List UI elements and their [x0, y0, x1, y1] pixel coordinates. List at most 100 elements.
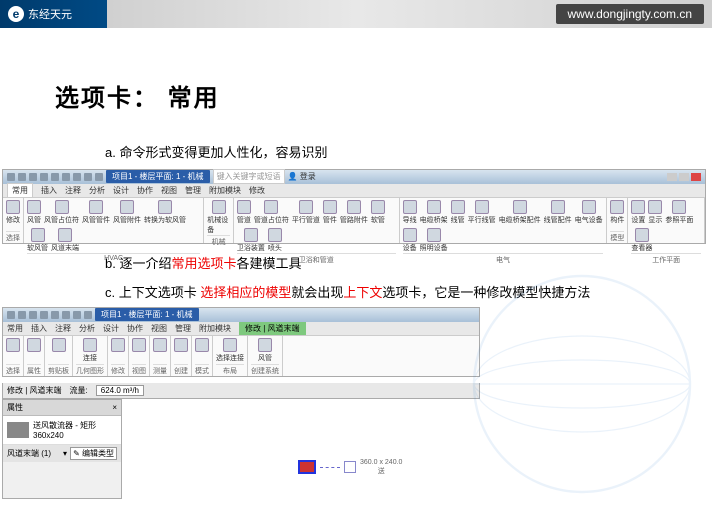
ribbon-button[interactable] [195, 338, 209, 353]
tab-common[interactable]: 常用 [7, 183, 33, 197]
tab-annotate[interactable]: 注释 [65, 185, 81, 196]
tool-icon [55, 200, 69, 214]
ribbon-button[interactable]: 设置 [631, 200, 645, 225]
ribbon-button[interactable]: 风管 [27, 200, 41, 225]
ribbon-button[interactable] [52, 338, 66, 353]
ribbon-tabs[interactable]: 常用 插入 注释 分析 设计 协作 视图 管理 附加模块 修改 [3, 184, 705, 198]
tool-icon [403, 228, 417, 242]
ribbon-button[interactable]: 平行线管 [468, 200, 496, 225]
ribbon-button[interactable]: 设备 [403, 228, 417, 253]
tool-icon [58, 228, 72, 242]
ribbon-button[interactable]: 修改 [6, 200, 20, 225]
ribbon-button[interactable]: 管道 [237, 200, 251, 225]
ribbon-button[interactable]: 平行管道 [292, 200, 320, 225]
ribbon-button[interactable]: 电气设备 [575, 200, 603, 225]
ribbon-button[interactable] [174, 338, 188, 353]
point-c: c. 上下文选项卡 选择相应的模型就会出现上下文选项卡，它是一种修改模型快捷方法 [105, 283, 712, 303]
ribbon-group: 构件模型 [607, 198, 628, 243]
edit-type-button[interactable]: ✎ 编辑类型 [70, 447, 117, 460]
ribbon-body: 修改选择风管风管占位符风管管件风管附件转换为软风管软风管风道末端HVAC机械设备… [3, 198, 705, 243]
ribbon-button[interactable]: 参照平面 [665, 200, 693, 225]
tool-icon [223, 338, 237, 352]
ribbon-group: 剪贴板 [45, 336, 73, 376]
tab-manage[interactable]: 管理 [185, 185, 201, 196]
tool-icon [212, 200, 226, 214]
tool-icon [551, 200, 565, 214]
ribbon-button[interactable]: 管件 [323, 200, 337, 225]
context-tab[interactable]: 修改 | 风道末端 [239, 322, 306, 335]
tool-icon [52, 338, 66, 352]
tool-icon [672, 200, 686, 214]
group-label: 测量 [153, 364, 167, 376]
lower-area: 属性× 送风散流器 - 矩形360x240 风道末端 (1)▾ ✎ 编辑类型 3… [2, 399, 712, 499]
ribbon-button[interactable] [153, 338, 167, 353]
group-label: 几何图形 [76, 364, 104, 376]
drawing-canvas[interactable]: 360.0 x 240.0送 [128, 399, 712, 499]
placed-component[interactable]: 360.0 x 240.0送 [298, 459, 402, 476]
tab-addin[interactable]: 附加模块 [209, 185, 241, 196]
ribbon-button[interactable]: 喷头 [268, 228, 282, 253]
tool-icon [475, 200, 489, 214]
user-login[interactable]: 👤 登录 [288, 171, 316, 182]
ribbon-button[interactable]: 选择连接 [216, 338, 244, 363]
ribbon-button[interactable]: 风管占位符 [44, 200, 79, 225]
tool-icon [403, 200, 417, 214]
tool-icon [610, 200, 624, 214]
tab-analyze[interactable]: 分析 [89, 185, 105, 196]
group-label: 工作平面 [631, 253, 701, 265]
tool-icon [427, 228, 441, 242]
ribbon-button[interactable]: 显示 [648, 200, 662, 225]
ribbon-button[interactable]: 连接 [83, 338, 97, 363]
ribbon-button[interactable]: 电缆桥架配件 [499, 200, 541, 225]
ribbon-button[interactable]: 卫浴装置 [237, 228, 265, 253]
close-icon[interactable]: × [112, 403, 117, 412]
search-box[interactable]: 键入关键字或短语 [213, 169, 285, 184]
tab-design[interactable]: 设计 [113, 185, 129, 196]
flow-input[interactable]: 624.0 m³/h [96, 385, 144, 396]
ribbon-button[interactable]: 电缆桥架 [420, 200, 448, 225]
tool-icon [371, 200, 385, 214]
ribbon-button[interactable] [6, 338, 20, 353]
tool-icon [174, 338, 188, 352]
ribbon-button[interactable]: 构件 [610, 200, 624, 225]
ribbon-screenshot-1: 项目1 - 楼层平面: 1 - 机械 键入关键字或短语 👤 登录 常用 插入 注… [2, 169, 706, 244]
ribbon-button[interactable]: 转换为软风管 [144, 200, 186, 225]
ribbon-group: 视图 [129, 336, 150, 376]
connector-icon [344, 461, 356, 473]
ribbon-button[interactable] [27, 338, 41, 353]
ribbon-button[interactable]: 机械设备 [207, 200, 230, 235]
ribbon-button[interactable] [132, 338, 146, 353]
ribbon-group: 属性 [24, 336, 45, 376]
tab-modify[interactable]: 修改 [249, 185, 265, 196]
ribbon-button[interactable]: 软管 [371, 200, 385, 225]
tab-insert[interactable]: 插入 [41, 185, 57, 196]
type-selector[interactable]: 送风散流器 - 矩形360x240 [3, 416, 121, 445]
ribbon-button[interactable]: 线管配件 [544, 200, 572, 225]
ribbon-button[interactable]: 查看器 [631, 228, 652, 253]
ribbon-button[interactable]: 软风管 [27, 228, 48, 253]
tool-icon [6, 338, 20, 352]
ribbon-button[interactable]: 照明设备 [420, 228, 448, 253]
ribbon-button[interactable] [111, 338, 125, 353]
ribbon-group: 连接几何图形 [73, 336, 108, 376]
window-controls[interactable] [667, 173, 701, 181]
ribbon-button[interactable]: 风管 [258, 338, 272, 363]
tab-collab[interactable]: 协作 [137, 185, 153, 196]
tool-icon [89, 200, 103, 214]
tool-icon [582, 200, 596, 214]
ribbon-button[interactable]: 导线 [403, 200, 417, 225]
tool-icon [27, 200, 41, 214]
group-label: 创建 [174, 364, 188, 376]
ribbon-tabs-2[interactable]: 常用 插入 注释 分析 设计 协作 视图 管理 附加模块 修改 | 风道末端 [3, 322, 479, 336]
tool-icon [264, 200, 278, 214]
ribbon-button[interactable]: 管道占位符 [254, 200, 289, 225]
ribbon-button[interactable]: 风道末端 [51, 228, 79, 253]
ribbon-button[interactable]: 风管附件 [113, 200, 141, 225]
point-a: a. 命令形式变得更加人性化，容易识别 [105, 143, 712, 163]
ribbon-button[interactable]: 管路附件 [340, 200, 368, 225]
ribbon-button[interactable]: 风管管件 [82, 200, 110, 225]
tool-icon [427, 200, 441, 214]
tool-icon [27, 338, 41, 352]
ribbon-button[interactable]: 线管 [451, 200, 465, 225]
tab-view[interactable]: 视图 [161, 185, 177, 196]
